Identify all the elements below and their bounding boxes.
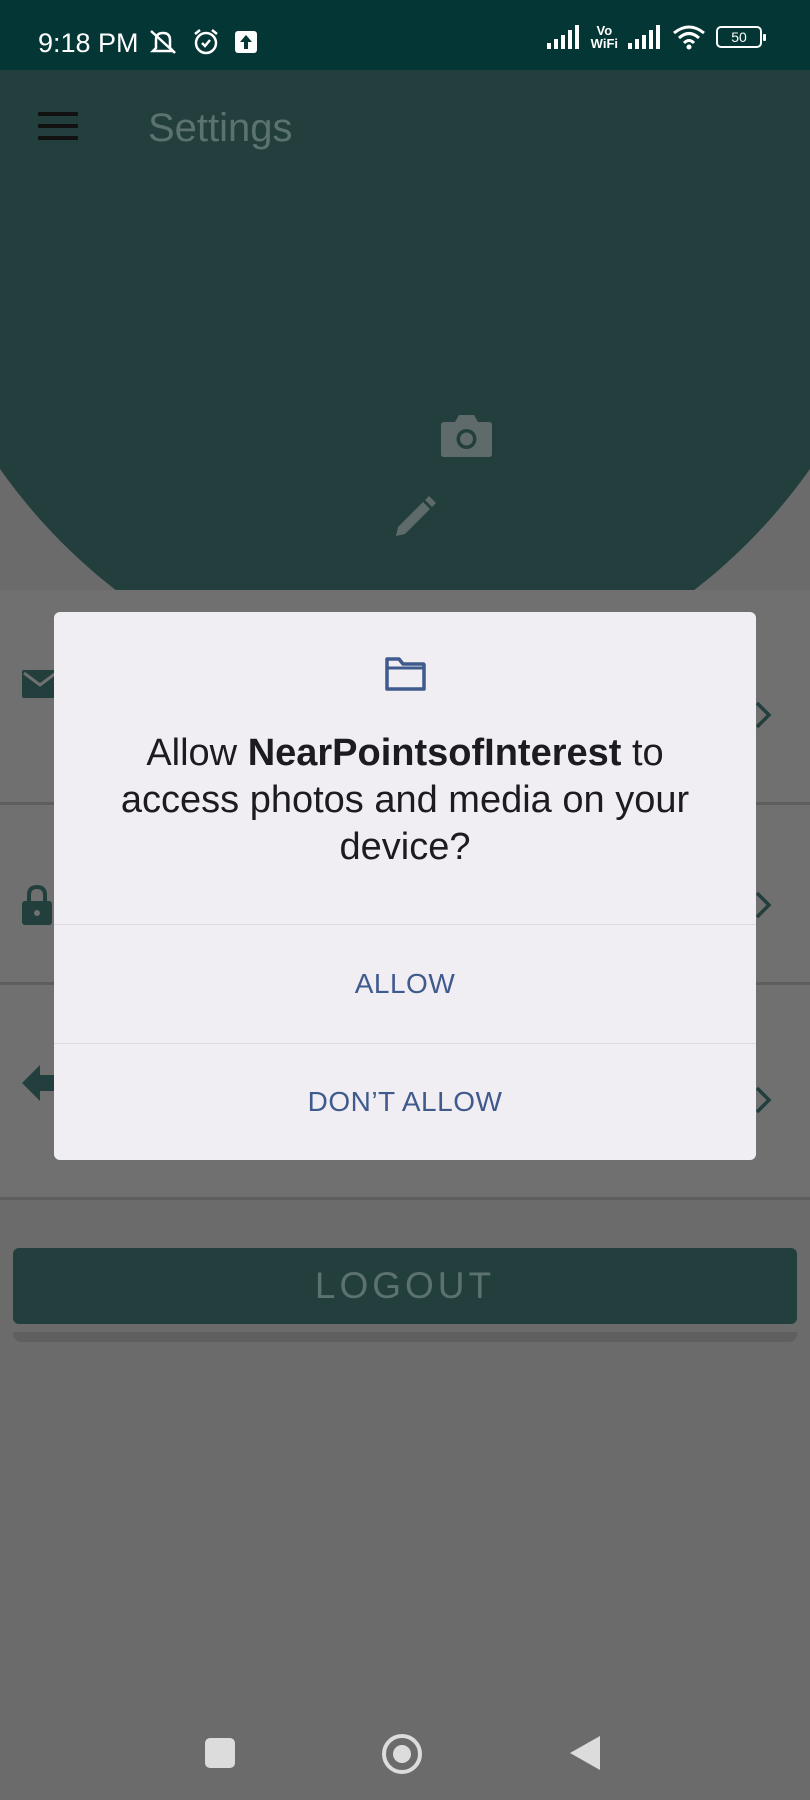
dialog-message: Allow NearPointsofInterest to access pho… — [94, 730, 716, 871]
recents-icon[interactable] — [205, 1738, 235, 1768]
wifi-icon — [673, 25, 705, 50]
dialog-divider — [54, 924, 756, 925]
camera-icon[interactable] — [440, 410, 493, 458]
logout-button[interactable]: LOGOUT — [13, 1248, 797, 1324]
status-icons-left — [148, 28, 258, 56]
chevron-right-icon — [755, 701, 772, 729]
logout-button-shadow — [13, 1332, 797, 1342]
upload-icon — [235, 31, 257, 53]
message-prefix: Allow — [146, 732, 248, 774]
header-top — [0, 70, 810, 370]
permission-dialog: Allow NearPointsofInterest to access pho… — [54, 612, 756, 1160]
page-title: Settings — [148, 106, 293, 150]
status-time: 9:18 PM — [38, 28, 139, 58]
status-icons-right: Vo WiFi 50 — [546, 23, 766, 51]
home-icon[interactable] — [382, 1734, 422, 1774]
edit-pencil-icon[interactable] — [394, 496, 436, 538]
vowifi-indicator: Vo WiFi — [590, 23, 618, 51]
signal-icon — [546, 25, 579, 49]
allow-button[interactable]: ALLOW — [54, 926, 756, 1042]
exit-arrow-icon — [22, 1065, 58, 1101]
lock-icon — [22, 885, 52, 925]
mute-icon — [149, 30, 177, 54]
battery-indicator: 50 — [716, 26, 766, 48]
email-icon — [22, 670, 58, 698]
status-bar: 9:18 PM Vo WiFi 50 — [0, 0, 810, 70]
signal-icon-2 — [628, 25, 660, 49]
hamburger-menu-icon[interactable] — [38, 112, 78, 140]
navigation-bar — [0, 1690, 810, 1800]
chevron-right-icon — [755, 891, 772, 919]
dont-allow-button[interactable]: DON’T ALLOW — [54, 1044, 756, 1160]
alarm-icon — [194, 29, 218, 55]
folder-icon — [385, 657, 426, 691]
back-icon[interactable] — [570, 1736, 600, 1770]
chevron-right-icon — [755, 1086, 772, 1114]
app-name: NearPointsofInterest — [247, 732, 622, 774]
